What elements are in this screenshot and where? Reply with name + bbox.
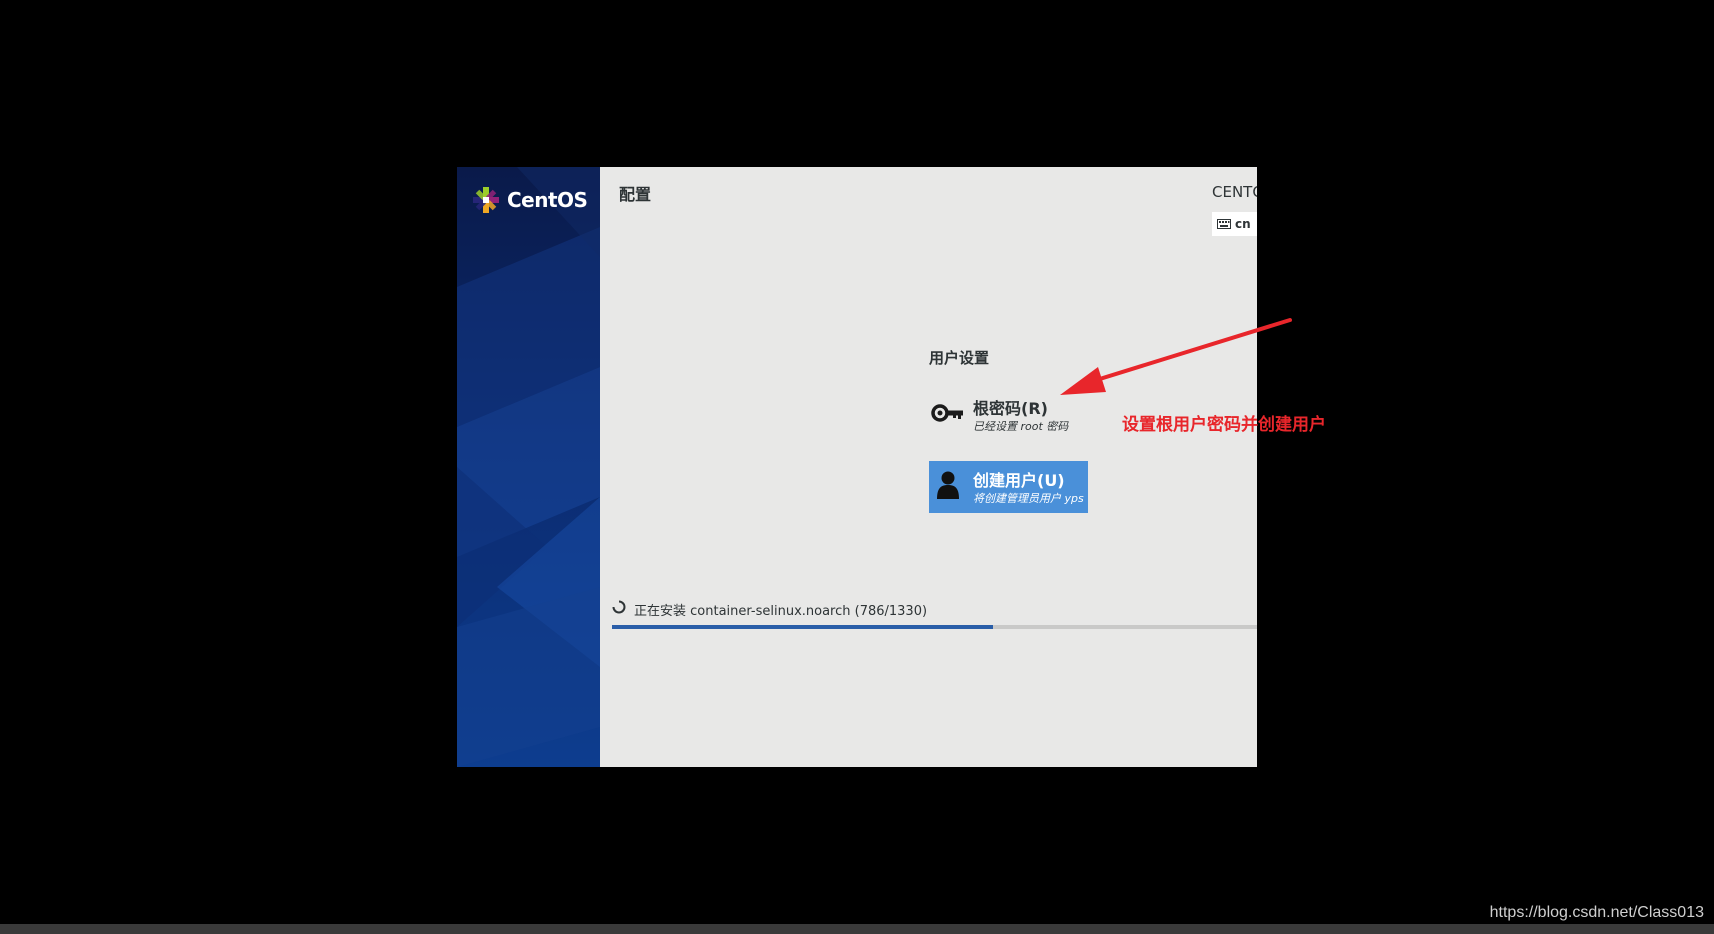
root-password-title: 根密码(R) — [973, 399, 1048, 418]
page-title: 配置 — [619, 185, 652, 204]
sidebar-pattern — [457, 167, 600, 767]
create-user-title: 创建用户(U) — [973, 471, 1065, 490]
main-panel: 配置 CENTOS cn 用户设置 — [600, 167, 1257, 767]
root-password-spoke[interactable]: 根密码(R) 已经设置 root 密码 — [929, 389, 1088, 441]
installer-window: CentOS 配置 CENTOS cn 用户设 — [457, 167, 1257, 767]
screen: CentOS 配置 CENTOS cn 用户设 — [0, 0, 1714, 934]
taskbar — [0, 924, 1714, 934]
product-name: CENTOS — [1212, 183, 1257, 201]
user-settings-heading: 用户设置 — [929, 349, 990, 367]
sidebar: CentOS — [457, 167, 600, 767]
annotation-label: 设置根用户密码并创建用户 — [1122, 415, 1326, 435]
root-password-status: 已经设置 root 密码 — [973, 420, 1069, 433]
watermark: https://blog.csdn.net/Class013 — [1489, 904, 1704, 921]
progress-bar-fill — [612, 625, 993, 629]
keyboard-layout-label: cn — [1235, 217, 1251, 231]
keyboard-icon — [1217, 219, 1231, 229]
progress-text: 正在安装 container-selinux.noarch (786/1330) — [634, 604, 928, 619]
user-icon — [931, 469, 965, 501]
keyboard-layout-indicator[interactable]: cn — [1212, 212, 1257, 236]
create-user-spoke[interactable]: 创建用户(U) 将创建管理员用户 yps — [929, 461, 1088, 513]
key-icon — [931, 397, 965, 429]
brand-name: CentOS — [507, 188, 588, 212]
create-user-status: 将创建管理员用户 yps — [973, 492, 1084, 505]
progress-bar — [612, 625, 1257, 629]
spinner-icon — [612, 600, 626, 614]
centos-logo: CentOS — [471, 185, 588, 215]
centos-logo-icon — [473, 187, 499, 213]
